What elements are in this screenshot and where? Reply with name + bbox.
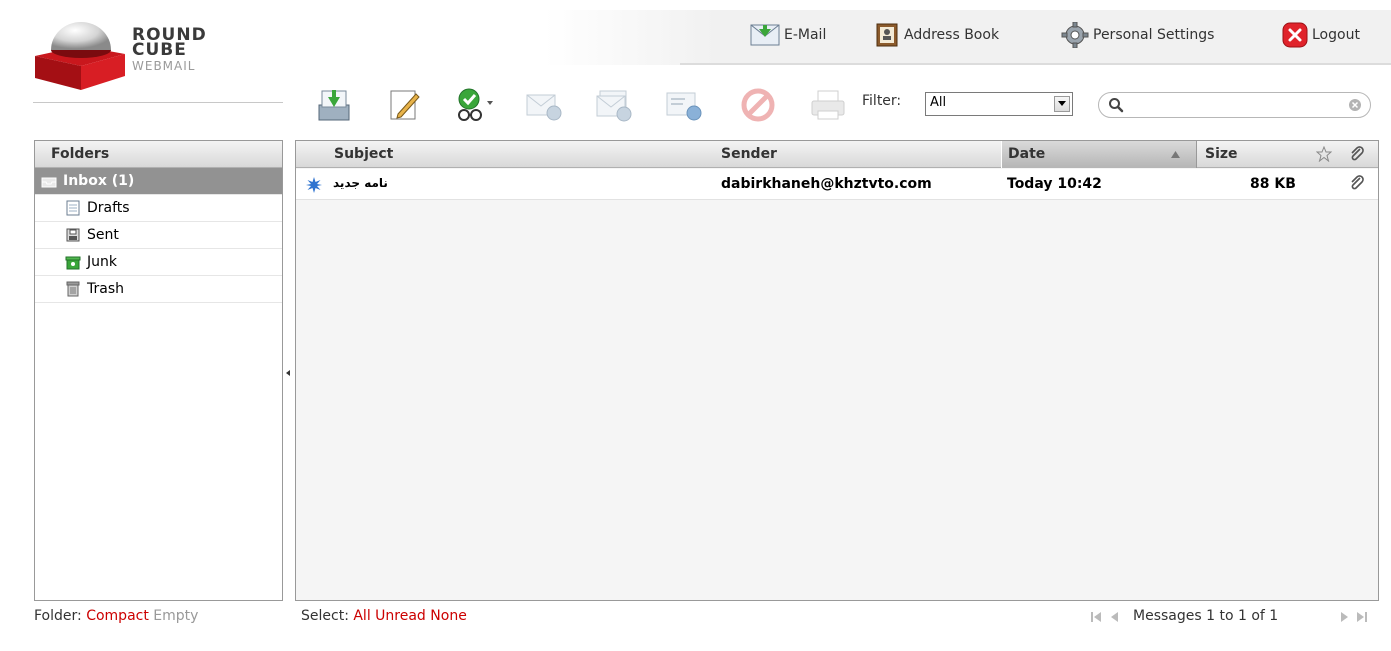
sent-icon	[66, 228, 80, 242]
select-actions: Select: All Unread None	[301, 608, 467, 624]
nav-logout[interactable]: Logout	[1282, 21, 1360, 49]
filter-label: Filter:	[862, 93, 902, 109]
delete-button[interactable]	[738, 83, 778, 127]
message-date: Today 10:42	[1007, 176, 1102, 192]
column-date-label: Date	[1008, 146, 1046, 162]
check-mail-icon	[318, 90, 350, 121]
empty-link[interactable]: Empty	[153, 608, 198, 624]
select-label: Select:	[301, 608, 349, 624]
forward-button[interactable]	[664, 83, 704, 127]
roundcube-logo-icon	[35, 22, 125, 90]
address-book-icon	[876, 23, 898, 47]
nav-logout-label: Logout	[1312, 27, 1360, 43]
search-reset-icon[interactable]	[1348, 98, 1362, 112]
compact-link[interactable]: Compact	[86, 608, 149, 624]
folder-inbox[interactable]: Inbox (1)	[35, 168, 282, 195]
nav-address-book-label: Address Book	[904, 27, 1000, 43]
message-list-header: Subject Sender Date Size	[296, 141, 1378, 168]
folder-actions-label: Folder:	[34, 608, 82, 624]
search-icon[interactable]	[1108, 97, 1124, 113]
reply-all-icon	[596, 90, 632, 122]
column-date[interactable]: Date	[1001, 141, 1197, 168]
message-subject[interactable]: نامه جدید	[333, 176, 388, 190]
reply-icon	[526, 94, 562, 121]
folder-junk[interactable]: Junk	[35, 249, 282, 276]
folder-actions: Folder: Compact Empty	[34, 608, 198, 624]
attachment-header-icon	[1351, 146, 1364, 161]
next-page-icon[interactable]	[1339, 611, 1351, 623]
folder-junk-label: Junk	[87, 254, 117, 270]
filter-select[interactable]: All	[925, 92, 1073, 116]
logout-icon	[1282, 22, 1308, 48]
select-unread-link[interactable]: Unread	[375, 608, 426, 624]
last-page-icon[interactable]	[1356, 611, 1368, 623]
gear-icon	[1061, 22, 1089, 48]
folder-sent[interactable]: Sent	[35, 222, 282, 249]
trash-icon	[66, 281, 80, 297]
logo-text-webmail: WEBMAIL	[132, 59, 196, 73]
nav-email[interactable]: E-Mail	[750, 21, 826, 49]
message-row[interactable]: نامه جدید dabirkhaneh@khztvto.com Today …	[296, 169, 1378, 200]
delete-icon	[741, 88, 775, 122]
nav-address-book[interactable]: Address Book	[874, 21, 999, 49]
flag-star-icon[interactable]	[1316, 146, 1332, 162]
column-subject[interactable]: Subject	[334, 141, 714, 168]
folders-header: Folders	[35, 141, 282, 168]
logo-text-cube: CUBE	[132, 40, 187, 60]
reply-all-button[interactable]	[594, 83, 634, 127]
folder-trash-label: Trash	[87, 281, 124, 297]
mark-message-button[interactable]	[452, 83, 498, 127]
folder-trash[interactable]: Trash	[35, 276, 282, 303]
roundcube-mail-page: ROUND CUBE WEBMAIL E-Mail Address Book P…	[0, 0, 1391, 651]
search-box[interactable]	[1098, 92, 1371, 118]
inbox-icon	[41, 177, 57, 188]
message-count: Messages 1 to 1 of 1	[1133, 608, 1279, 624]
folder-sent-label: Sent	[87, 227, 119, 243]
drafts-icon	[66, 200, 80, 216]
roundcube-logo[interactable]: ROUND CUBE WEBMAIL	[33, 20, 283, 104]
folder-drafts-label: Drafts	[87, 200, 130, 216]
nav-email-label: E-Mail	[784, 27, 827, 43]
message-list: Subject Sender Date Size نامه جدید dabir…	[295, 140, 1379, 601]
chevron-down-icon[interactable]	[1054, 96, 1070, 112]
compose-icon	[390, 90, 420, 120]
nav-personal-settings-label: Personal Settings	[1093, 27, 1215, 43]
message-size: 88 KB	[1250, 176, 1296, 192]
first-page-icon[interactable]	[1090, 611, 1102, 623]
unread-status-icon	[306, 177, 322, 193]
select-all-link[interactable]: All	[353, 608, 370, 624]
check-mail-button[interactable]	[314, 83, 354, 127]
mark-message-icon	[458, 88, 493, 121]
nav-personal-settings[interactable]: Personal Settings	[1061, 21, 1214, 49]
folder-drafts[interactable]: Drafts	[35, 195, 282, 222]
sort-ascending-icon	[1171, 151, 1180, 158]
column-sender[interactable]: Sender	[721, 141, 1001, 168]
pane-splitter[interactable]	[285, 365, 291, 376]
message-sender[interactable]: dabirkhaneh@khztvto.com	[721, 176, 932, 192]
splitter-handle-icon	[286, 370, 290, 376]
compose-button[interactable]	[384, 83, 424, 127]
folder-inbox-label: Inbox (1)	[63, 173, 135, 189]
print-icon	[811, 90, 845, 120]
print-button[interactable]	[808, 83, 848, 127]
header-divider	[680, 63, 1391, 65]
filter-select-value: All	[930, 95, 947, 110]
column-size[interactable]: Size	[1205, 141, 1315, 168]
forward-icon	[666, 92, 702, 121]
logo-divider	[33, 102, 283, 103]
junk-icon	[65, 256, 81, 270]
search-input[interactable]	[1127, 96, 1347, 114]
email-icon	[750, 24, 780, 46]
previous-page-icon[interactable]	[1108, 611, 1120, 623]
attachment-icon	[1351, 175, 1364, 190]
select-none-link[interactable]: None	[430, 608, 467, 624]
folder-pane: Folders Inbox (1) Drafts Sent Junk Trash	[34, 140, 283, 601]
reply-button[interactable]	[524, 83, 564, 127]
